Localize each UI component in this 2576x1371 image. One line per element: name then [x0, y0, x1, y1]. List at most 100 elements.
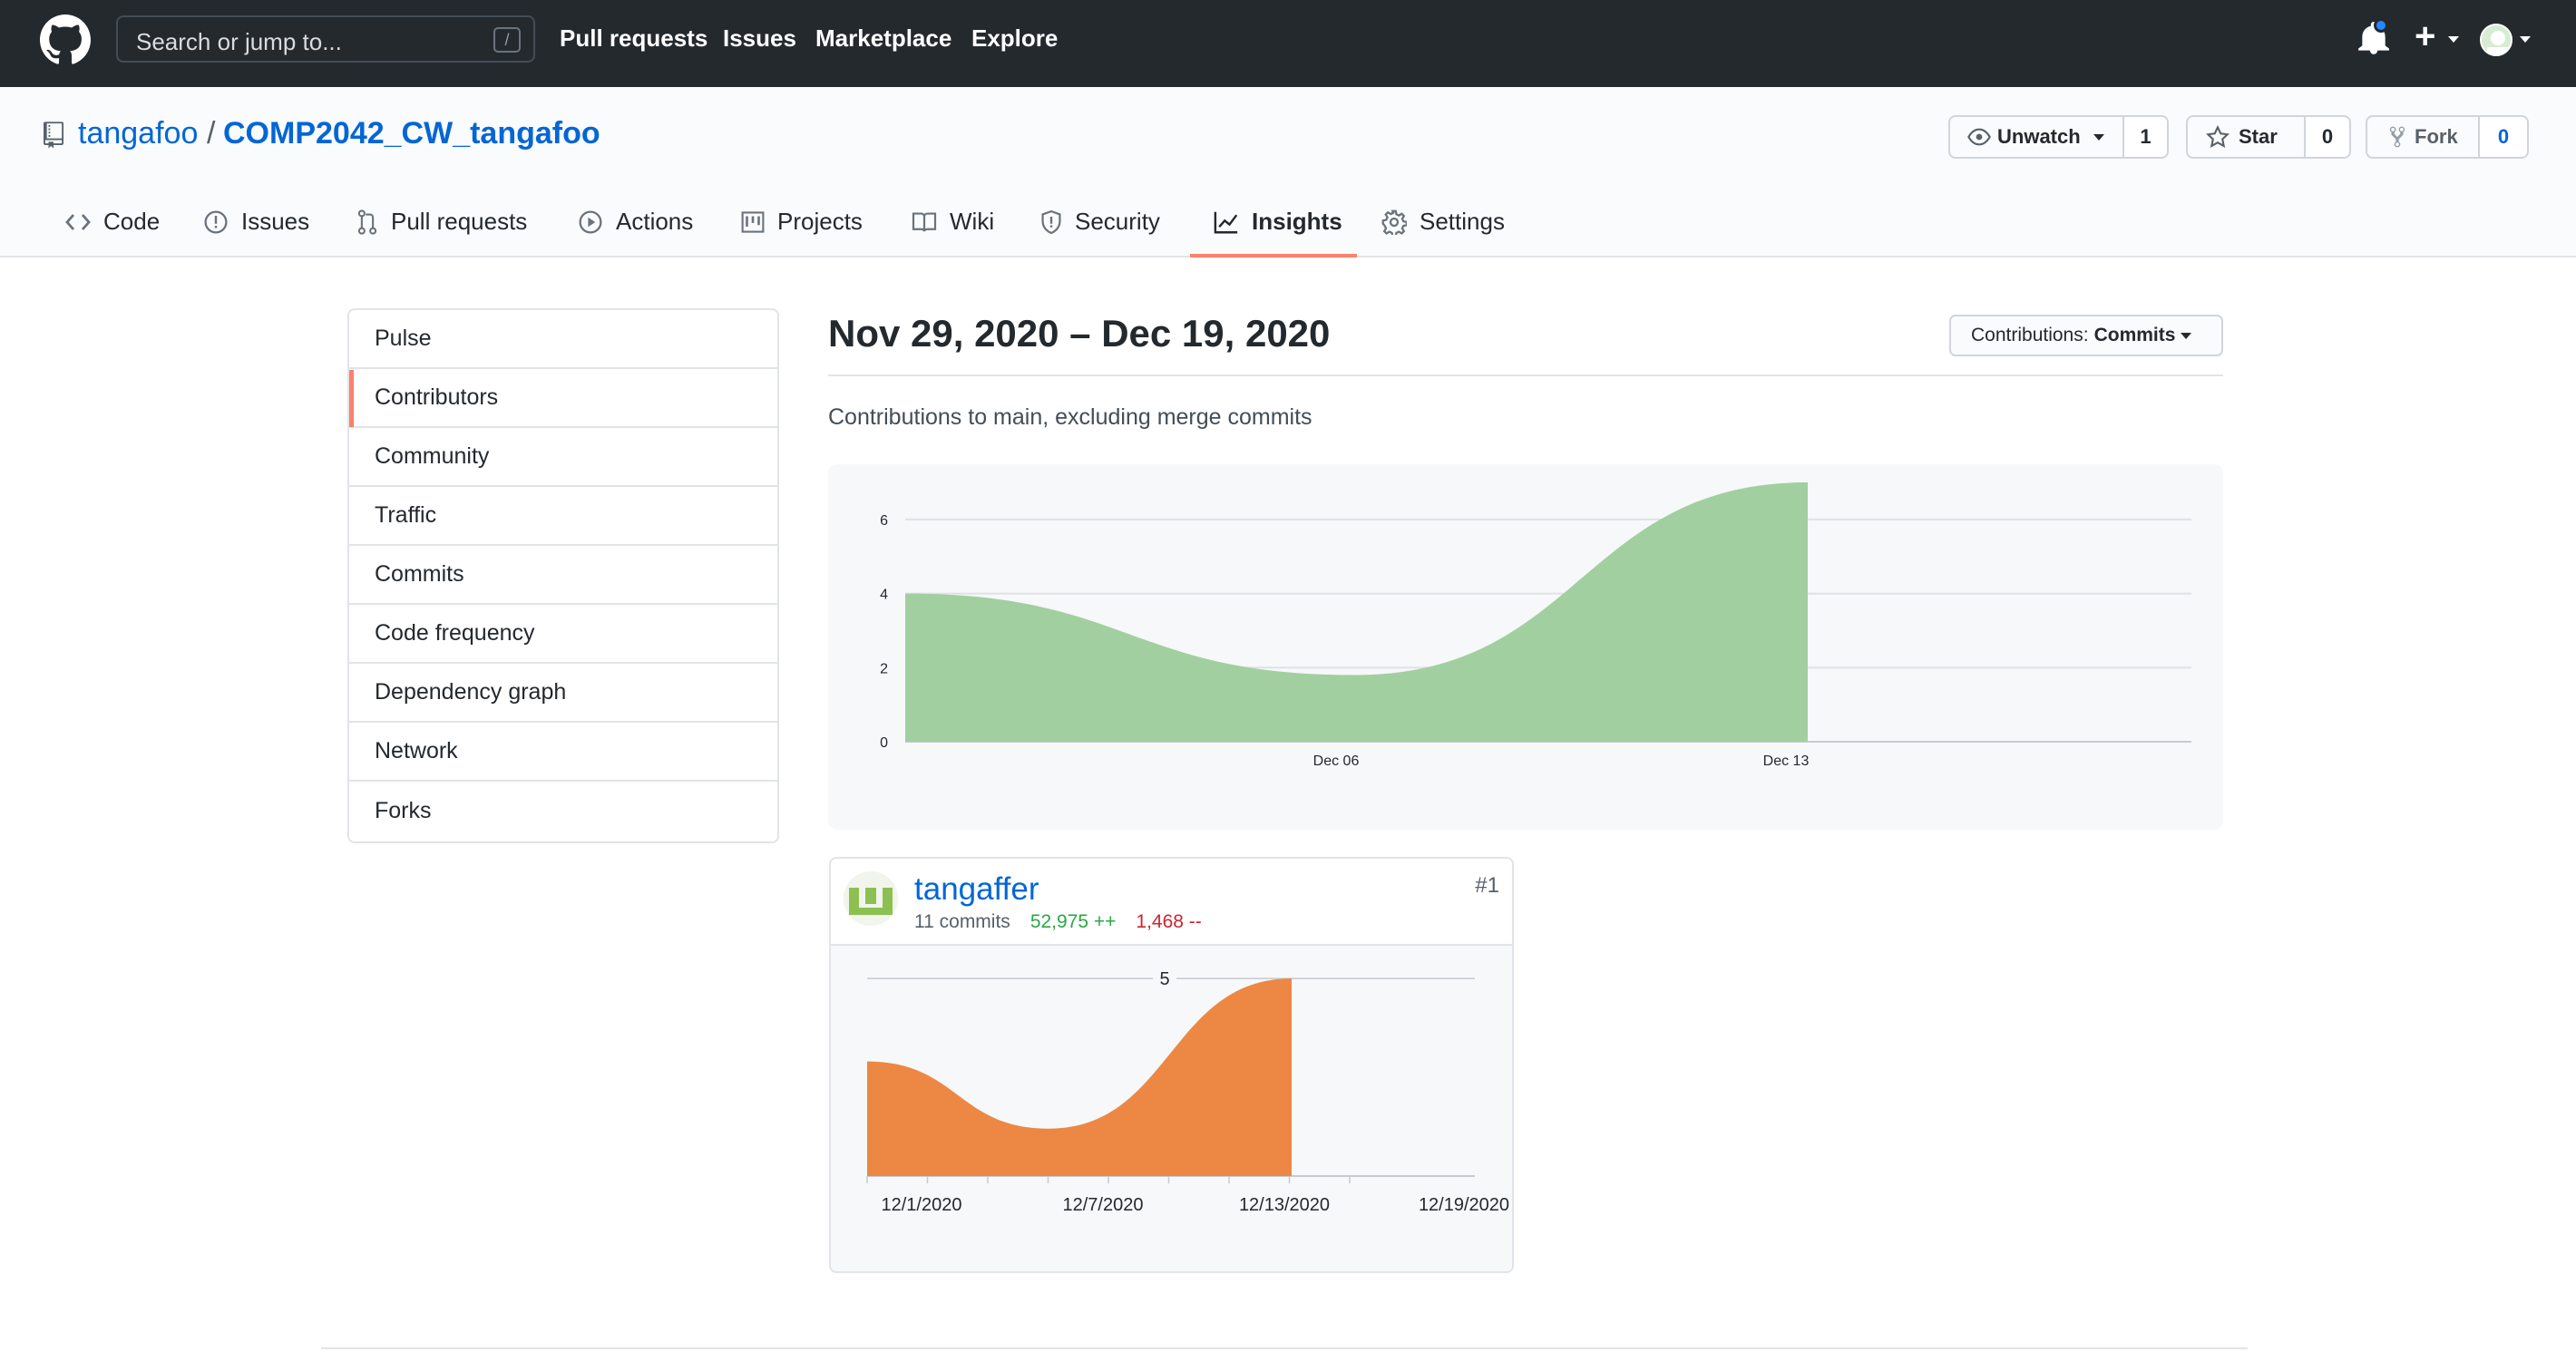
tab-code-label: Code: [103, 208, 161, 235]
sidebar-item-forks[interactable]: Forks: [349, 782, 777, 841]
avatar-caret-icon[interactable]: [2520, 36, 2531, 43]
x-tick-label: 12/19/2020: [1419, 1195, 1509, 1215]
sidebar-item-community[interactable]: Community: [349, 428, 777, 487]
star-button[interactable]: Star: [2188, 117, 2304, 157]
contributor-additions: 52,975 ++: [1029, 911, 1117, 932]
create-new-caret-icon[interactable]: [2448, 36, 2459, 43]
sidebar-item-dependency-graph[interactable]: Dependency graph: [349, 664, 777, 723]
fork-count[interactable]: 0: [2478, 117, 2527, 157]
y-tick-label: 4: [880, 588, 888, 603]
sidebar-item-network[interactable]: Network: [349, 723, 777, 782]
gear-icon: [1381, 209, 1407, 235]
y-tick-label: 6: [880, 513, 888, 529]
contributor-stats: 11 commits 52,975 ++ 1,468 --: [914, 911, 1202, 933]
tab-settings[interactable]: Settings: [1381, 208, 1505, 236]
user-avatar-menu[interactable]: [2480, 24, 2513, 56]
contributions-caret-icon: [2181, 332, 2192, 339]
tab-wiki[interactable]: Wiki: [912, 208, 994, 236]
sidebar-item-contributors[interactable]: Contributors: [349, 369, 777, 428]
issue-icon: [204, 209, 228, 234]
topnav-issues[interactable]: Issues: [723, 24, 796, 53]
sidebar-item-pulse[interactable]: Pulse: [349, 310, 777, 369]
watch-count[interactable]: 1: [2122, 117, 2167, 157]
eye-icon: [1967, 128, 1991, 146]
sidebar-item-traffic[interactable]: Traffic: [349, 487, 777, 546]
pull-request-icon: [357, 209, 377, 235]
star-label: Star: [2239, 125, 2278, 148]
search-shortcut-badge: /: [493, 27, 521, 53]
repo-name-link[interactable]: COMP2042_CW_tangafoo: [223, 116, 600, 151]
watch-caret-icon: [2093, 133, 2104, 141]
tab-pull-requests-label: Pull requests: [391, 208, 528, 235]
project-board-icon: [741, 210, 765, 233]
book-icon: [912, 211, 937, 231]
contributor-commits-area: [867, 978, 1292, 1176]
tab-projects-label: Projects: [777, 208, 863, 235]
sidebar-active-indicator: [349, 370, 354, 427]
sidebar-item-code-frequency[interactable]: Code frequency: [349, 605, 777, 664]
contributor-commits-link[interactable]: 11 commits: [914, 911, 1010, 932]
graph-icon: [1214, 211, 1238, 233]
play-icon: [579, 209, 602, 234]
contributions-select-label: Contributions:: [1971, 325, 2089, 345]
x-tick-label: 12/7/2020: [1063, 1195, 1144, 1215]
top-navigation-bar: Search or jump to... / Pull requests Iss…: [0, 0, 2576, 87]
contributor-deletions: 1,468 --: [1136, 911, 1202, 932]
create-new-plus-icon[interactable]: +: [2415, 16, 2435, 57]
y-tick-label: 0: [880, 735, 888, 751]
commits-area: [905, 482, 1808, 742]
tab-projects[interactable]: Projects: [741, 208, 863, 236]
y-tick-label: 2: [880, 661, 888, 676]
github-logo-icon[interactable]: [40, 15, 91, 65]
tab-issues[interactable]: Issues: [203, 208, 309, 236]
tab-actions[interactable]: Actions: [578, 208, 693, 236]
contributions-select-value: Commits: [2093, 325, 2176, 345]
x-tick-label: 12/1/2020: [882, 1195, 962, 1215]
commits-overview-chart: 0 2 4 6 Dec 06 Dec 13: [828, 464, 2223, 830]
star-icon: [2206, 125, 2230, 148]
tab-settings-label: Settings: [1420, 208, 1505, 235]
contributor-rank: #1: [1475, 873, 1499, 898]
fork-button[interactable]: Fork: [2367, 117, 2478, 157]
repo-owner-link[interactable]: tangafoo: [78, 116, 198, 151]
tab-security[interactable]: Security: [1040, 208, 1160, 236]
code-icon: [65, 213, 91, 230]
footer-divider: [321, 1347, 2248, 1349]
unwatch-button[interactable]: Unwatch: [1950, 117, 2122, 157]
x-tick-label: Dec 13: [1763, 754, 1810, 769]
fork-label: Fork: [2415, 125, 2458, 148]
contributor-commits-chart-svg: 5 12/1/2020 12/7/2020 12/13/2020 12/19/2020: [866, 969, 1509, 1215]
x-tick-label: 12/13/2020: [1239, 1195, 1330, 1215]
search-placeholder: Search or jump to...: [136, 28, 342, 55]
insights-sidebar: Pulse Contributors Community Traffic Com…: [347, 308, 779, 843]
contributor-card: tangaffer 11 commits 52,975 ++ 1,468 -- #1…: [829, 857, 1514, 1273]
contributor-commits-chart: 5 12/1/2020 12/7/2020 12/13/2020 12/19/2020: [831, 944, 1512, 1271]
tab-insights[interactable]: Insights: [1214, 208, 1342, 236]
star-count[interactable]: 0: [2304, 117, 2349, 157]
contributor-name-link[interactable]: tangaffer: [914, 871, 1039, 908]
topnav-pull-requests[interactable]: Pull requests: [560, 24, 707, 53]
shield-icon: [1041, 209, 1061, 234]
sidebar-item-commits[interactable]: Commits: [349, 546, 777, 605]
active-tab-indicator: [1190, 254, 1357, 258]
tab-security-label: Security: [1075, 208, 1160, 235]
tab-pull-requests[interactable]: Pull requests: [356, 208, 527, 236]
search-input[interactable]: Search or jump to... /: [116, 15, 535, 63]
unwatch-label: Unwatch: [1997, 125, 2081, 148]
fork-icon: [2389, 126, 2405, 148]
contributions-subtitle: Contributions to main, excluding merge c…: [828, 404, 1312, 430]
tab-insights-label: Insights: [1252, 208, 1342, 235]
repo-icon: [44, 122, 63, 149]
contributor-avatar[interactable]: [844, 871, 898, 926]
tab-wiki-label: Wiki: [950, 208, 995, 235]
date-range-title: Nov 29, 2020 – Dec 19, 2020: [828, 312, 1331, 355]
topnav-explore[interactable]: Explore: [971, 24, 1058, 53]
y-tick-label: 5: [1159, 969, 1169, 989]
tab-actions-label: Actions: [616, 208, 694, 235]
tab-code[interactable]: Code: [65, 208, 160, 236]
contributions-type-select[interactable]: Contributions: Commits: [1949, 315, 2223, 356]
repo-path-separator: /: [207, 116, 216, 151]
topnav-marketplace[interactable]: Marketplace: [815, 24, 951, 53]
commits-overview-chart-svg: 0 2 4 6 Dec 06 Dec 13: [880, 482, 2191, 769]
tab-issues-label: Issues: [241, 208, 310, 235]
